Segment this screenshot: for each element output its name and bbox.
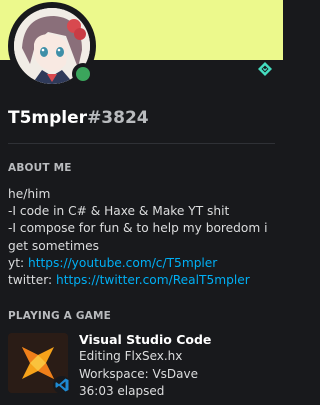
youtube-label: yt: [8, 255, 25, 270]
about-me-text: he/him -I code in C# & Haxe & Make YT sh… [8, 186, 278, 289]
username: T5mpler [8, 108, 88, 128]
youtube-link[interactable]: https://youtube.com/c/T5mpler [28, 256, 217, 270]
activity-app-name: Visual Studio Code [79, 332, 212, 347]
about-line: -I code in C# & Haxe & Make YT shit [8, 204, 230, 219]
username-row: T5mpler#3824 [8, 108, 149, 128]
hypesquad-balance-icon[interactable] [257, 61, 273, 77]
activity-state: Workspace: VsDave [79, 366, 198, 381]
activity-elapsed: 36:03 elapsed [79, 384, 165, 398]
activity-details: Editing FlxSex.hx [79, 349, 183, 363]
twitter-link[interactable]: https://twitter.com/RealT5mpler [56, 273, 250, 287]
visual-studio-code-icon [53, 376, 71, 394]
activity-heading: PLAYING A GAME [8, 310, 112, 322]
about-line: get sometimes [8, 238, 99, 253]
about-me-heading: ABOUT ME [8, 162, 72, 174]
youtube-line: yt: https://youtube.com/c/T5mpler [8, 255, 278, 272]
about-line: -I compose for fun & to help my boredom … [8, 221, 268, 236]
twitter-label: twitter: [8, 273, 53, 288]
divider [8, 143, 275, 144]
twitter-line: twitter: https://twitter.com/RealT5mpler [8, 272, 278, 289]
activity-info: Visual Studio Code Editing FlxSex.hx Wor… [79, 331, 279, 401]
about-line: he/him [8, 187, 51, 201]
discriminator: #3824 [87, 108, 149, 128]
online-status-icon [76, 67, 90, 81]
